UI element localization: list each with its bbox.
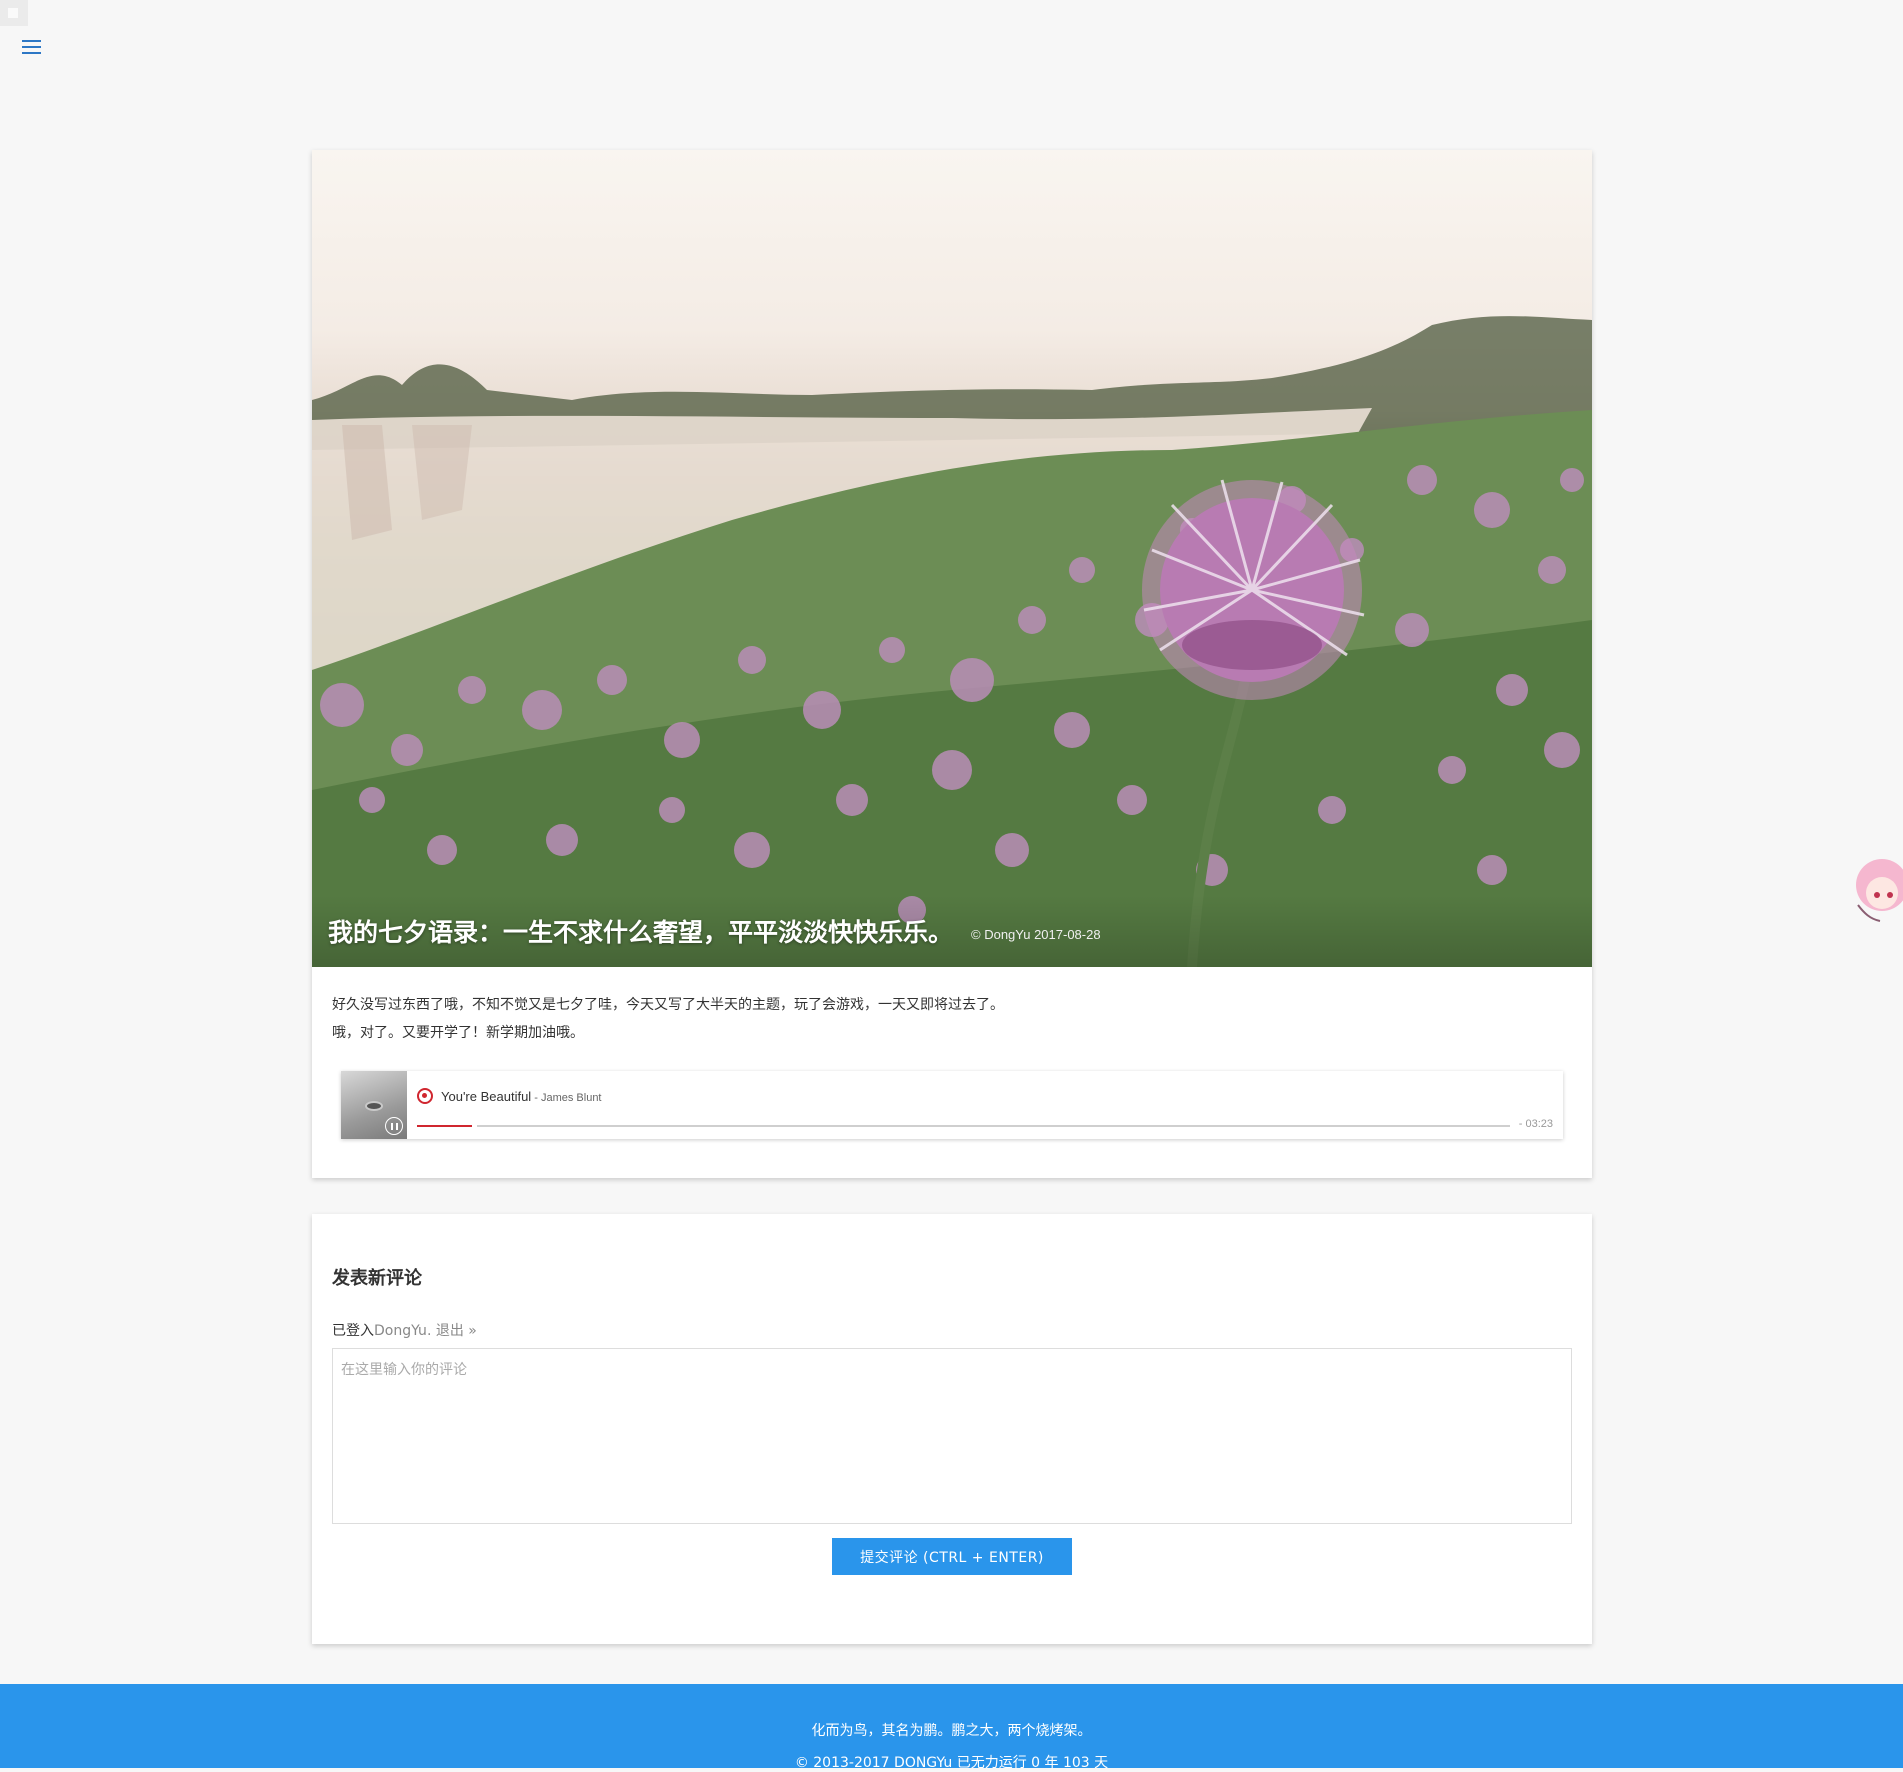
music-player: You're Beautiful - James Blunt - 03:23 <box>341 1071 1563 1139</box>
post-paragraph: 哦，对了。又要开学了！新学期加油哦。 <box>332 1025 584 1041</box>
login-prefix: 已登入 <box>332 1323 374 1339</box>
post-card: 我的七夕语录：一生不求什么奢望，平平淡淡快快乐乐。 © DongYu 2017-… <box>312 150 1592 1178</box>
flower-field-illustration <box>312 316 1592 967</box>
submit-comment-button[interactable]: 提交评论 (CTRL + ENTER) <box>832 1538 1072 1575</box>
hamburger-menu-icon[interactable] <box>22 40 46 58</box>
song-artist: - James Blunt <box>531 1092 602 1104</box>
album-art-eye <box>365 1101 383 1111</box>
player-info: You're Beautiful - James Blunt - 03:23 <box>407 1071 1563 1139</box>
login-status: 已登入DongYu. 退出 » <box>332 1320 1572 1340</box>
song-time: - 03:23 <box>1518 1118 1553 1130</box>
corner-placeholder <box>0 0 28 26</box>
post-content: 好久没写过东西了哦，不知不觉又是七夕了哇，今天又写了大半天的主题，玩了会游戏，一… <box>312 967 1592 1047</box>
hero-caption: 我的七夕语录：一生不求什么奢望，平平淡淡快快乐乐。 © DongYu 2017-… <box>312 895 1592 967</box>
netease-music-icon <box>417 1088 433 1104</box>
footer-copyright: © 2013-2017 DONGYu 已无力运行 0 年 103 天 <box>794 1755 1109 1771</box>
mascot-character[interactable] <box>1840 855 1903 925</box>
footer: 化而为鸟，其名为鹏。鹏之大，两个烧烤架。 © 2013-2017 DONGYu … <box>0 1684 1903 1771</box>
post-meta: © DongYu 2017-08-28 <box>971 926 1101 942</box>
progress-track[interactable] <box>477 1125 1510 1127</box>
hero-image: 我的七夕语录：一生不求什么奢望，平平淡淡快快乐乐。 © DongYu 2017-… <box>312 150 1592 967</box>
album-cover <box>341 1071 407 1139</box>
footer-motto: 化而为鸟，其名为鹏。鹏之大，两个烧烤架。 <box>811 1723 1092 1739</box>
song-line: You're Beautiful - James Blunt <box>441 1089 602 1104</box>
post-title[interactable]: 我的七夕语录：一生不求什么奢望，平平淡淡快快乐乐。 <box>328 913 953 949</box>
comment-heading: 发表新评论 <box>332 1268 422 1289</box>
comment-input[interactable] <box>332 1348 1572 1524</box>
logout-link[interactable]: . 退出 » <box>427 1323 477 1339</box>
login-user-link[interactable]: DongYu <box>374 1323 427 1339</box>
post-paragraph: 好久没写过东西了哦，不知不觉又是七夕了哇，今天又写了大半天的主题，玩了会游戏，一… <box>332 997 1004 1013</box>
comment-card: 发表新评论 已登入DongYu. 退出 » 提交评论 (CTRL + ENTER… <box>312 1214 1592 1644</box>
pause-icon[interactable] <box>385 1117 403 1135</box>
progress-played[interactable] <box>417 1125 472 1127</box>
song-title: You're Beautiful <box>441 1089 532 1104</box>
